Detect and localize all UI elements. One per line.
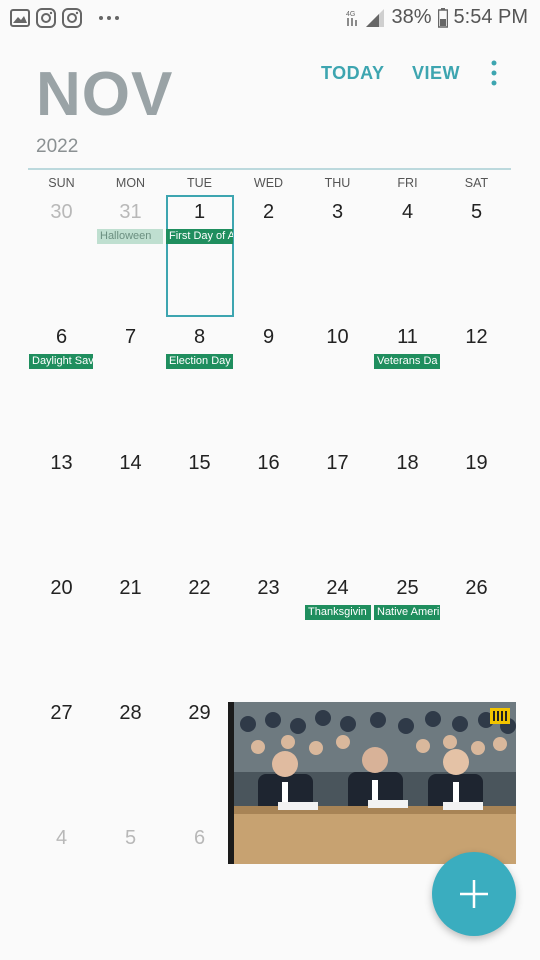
day-cell[interactable]: 13 [27, 452, 96, 475]
day-cell[interactable]: 4 [373, 201, 442, 224]
event-native-american[interactable]: Native Ameri [374, 605, 440, 620]
battery-percent: 38% [391, 6, 432, 28]
day-cell[interactable]: 11 [373, 326, 442, 349]
weekday-fri: FRI [397, 176, 418, 190]
day-cell[interactable]: 4 [27, 827, 96, 850]
day-cell[interactable]: 26 [442, 577, 511, 600]
day-cell[interactable]: 27 [27, 702, 96, 725]
day-cell[interactable]: 29 [165, 702, 234, 725]
day-cell[interactable]: 25 [373, 577, 442, 600]
day-cell[interactable]: 20 [27, 577, 96, 600]
pip-video-window[interactable] [228, 702, 516, 864]
svg-text:4G: 4G [346, 11, 355, 18]
instagram-icon [36, 8, 56, 28]
month-title: NOV [36, 60, 174, 129]
weekday-sat: SAT [464, 176, 489, 190]
event-daylight-saving[interactable]: Daylight Savi [29, 354, 93, 369]
day-cell[interactable]: 23 [234, 577, 303, 600]
more-dots-icon [99, 16, 119, 20]
day-cell[interactable]: 21 [96, 577, 165, 600]
day-cell[interactable]: 18 [373, 452, 442, 475]
video-frame [228, 702, 516, 864]
day-cell[interactable]: 7 [96, 326, 165, 349]
day-cell[interactable]: 6 [165, 827, 234, 850]
wifi-calling-icon: 4G [346, 11, 358, 26]
day-cell[interactable]: 15 [165, 452, 234, 475]
day-cell[interactable]: 14 [96, 452, 165, 475]
day-cell[interactable]: 24 [303, 577, 372, 600]
day-cell[interactable]: 5 [96, 827, 165, 850]
today-button[interactable]: TODAY [321, 63, 385, 84]
event-thanksgiving[interactable]: Thanksgivin [305, 605, 371, 620]
day-cell[interactable]: 10 [303, 326, 372, 349]
day-cell[interactable]: 3 [303, 201, 372, 224]
day-cell[interactable]: 16 [234, 452, 303, 475]
weekday-thu: THU [324, 176, 351, 190]
signal-icon [366, 8, 385, 27]
day-cell[interactable]: 31 [96, 201, 165, 224]
status-bar: 4G 38% 5:54 PM [0, 0, 540, 38]
day-cell[interactable]: 12 [442, 326, 511, 349]
clock: 5:54 PM [453, 6, 528, 28]
day-cell[interactable]: 6 [27, 326, 96, 349]
day-cell[interactable]: 8 [165, 326, 234, 349]
event-veterans-day[interactable]: Veterans Da [374, 354, 440, 369]
instagram-icon [62, 8, 82, 28]
event-halloween[interactable]: Halloween [97, 229, 163, 244]
view-button[interactable]: VIEW [412, 63, 460, 84]
image-icon [10, 9, 30, 27]
plus-icon [460, 880, 488, 908]
add-event-button[interactable] [432, 852, 516, 936]
header-divider [28, 168, 511, 170]
battery-icon [437, 7, 448, 28]
day-cell[interactable]: 30 [27, 201, 96, 224]
day-cell[interactable]: 22 [165, 577, 234, 600]
weekday-wed: WED [253, 176, 284, 190]
weekday-mon: MON [115, 176, 146, 190]
event-first-day[interactable]: First Day of A [166, 229, 233, 244]
year-label: 2022 [36, 136, 79, 157]
event-election-day[interactable]: Election Day [166, 354, 233, 369]
weekday-tue: TUE [187, 176, 212, 190]
day-cell[interactable]: 9 [234, 326, 303, 349]
more-vert-icon[interactable] [485, 58, 503, 88]
day-cell[interactable]: 5 [442, 201, 511, 224]
day-cell[interactable]: 28 [96, 702, 165, 725]
day-cell[interactable]: 17 [303, 452, 372, 475]
day-cell[interactable]: 1 [165, 201, 234, 224]
day-cell[interactable]: 2 [234, 201, 303, 224]
day-cell[interactable]: 19 [442, 452, 511, 475]
weekday-sun: SUN [48, 176, 75, 190]
